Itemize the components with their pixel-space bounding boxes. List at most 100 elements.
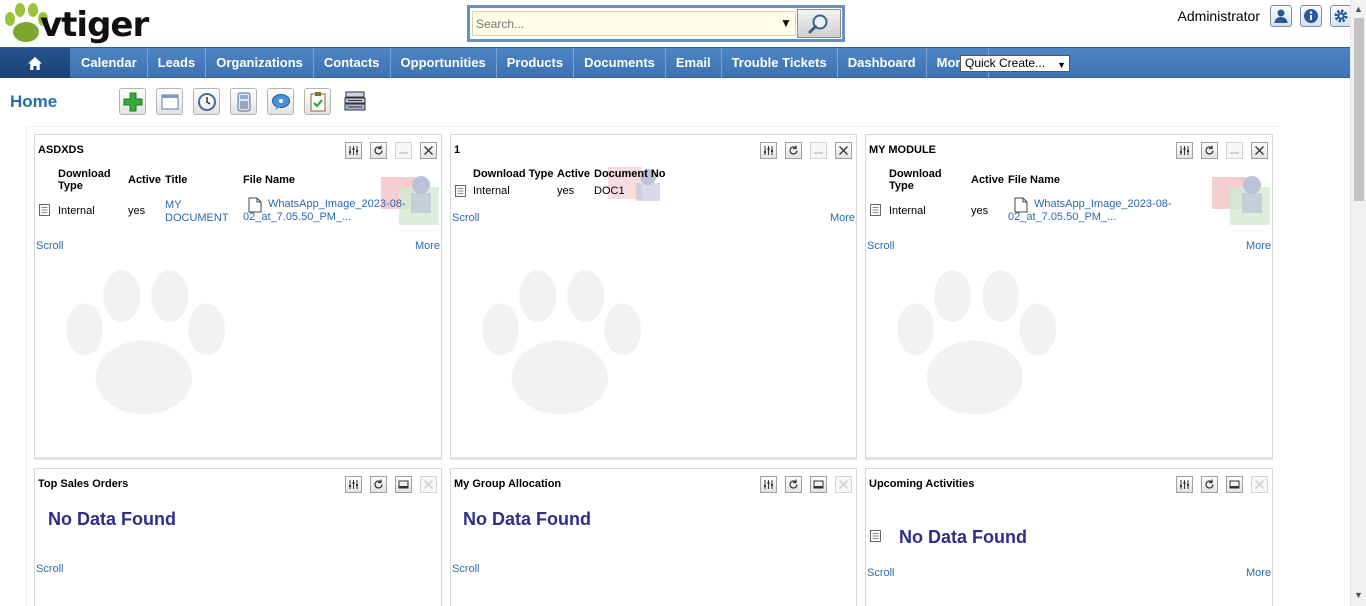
quick-create-value: Quick Create... bbox=[965, 56, 1046, 70]
widget-close-button[interactable] bbox=[1251, 142, 1268, 159]
widget-asdxds: ASDXDS Download Type Active Title File N… bbox=[34, 134, 442, 460]
close-icon bbox=[424, 146, 433, 155]
calculator-button[interactable] bbox=[230, 88, 257, 115]
clock-icon bbox=[197, 92, 216, 111]
more-link[interactable]: More bbox=[830, 212, 855, 224]
search-box: ▼ bbox=[467, 5, 845, 42]
no-data-message: No Data Found bbox=[899, 527, 1027, 547]
scroll-up-icon[interactable]: ▲ bbox=[1354, 4, 1363, 14]
column-header-active: Active bbox=[128, 174, 162, 186]
scroll-link[interactable]: Scroll bbox=[36, 563, 64, 575]
close-icon bbox=[1255, 480, 1264, 489]
widget-edit-button[interactable] bbox=[760, 476, 777, 493]
scroll-down-icon[interactable]: ▼ bbox=[1354, 590, 1363, 600]
widget-close-button[interactable] bbox=[835, 142, 852, 159]
widget-edit-button[interactable] bbox=[345, 142, 362, 159]
close-icon bbox=[839, 146, 848, 155]
widget-refresh-button[interactable] bbox=[1201, 142, 1218, 159]
widget-edit-button[interactable] bbox=[760, 142, 777, 159]
no-data-message: No Data Found bbox=[48, 509, 176, 529]
notes-button[interactable] bbox=[304, 88, 331, 115]
clipboard-icon bbox=[310, 91, 325, 111]
widget-refresh-button[interactable] bbox=[785, 476, 802, 493]
download-type-cell: Internal bbox=[889, 205, 926, 217]
paw-watermark-icon bbox=[897, 270, 1057, 415]
more-link[interactable]: More bbox=[1246, 567, 1271, 579]
close-icon bbox=[1255, 146, 1264, 155]
widget-refresh-button[interactable] bbox=[370, 142, 387, 159]
scroll-link[interactable]: Scroll bbox=[452, 563, 480, 575]
nav-trouble-tickets[interactable]: Trouble Tickets bbox=[722, 48, 838, 78]
search-button[interactable] bbox=[797, 9, 841, 38]
clock-button[interactable] bbox=[193, 88, 220, 115]
add-widget-button[interactable] bbox=[119, 88, 146, 115]
vtiger-logo[interactable]: vtiger bbox=[2, 2, 172, 46]
widget-refresh-button[interactable] bbox=[785, 142, 802, 159]
widget-minimize-button[interactable] bbox=[395, 476, 412, 493]
documents-module-icon bbox=[1212, 176, 1270, 225]
nav-products[interactable]: Products bbox=[497, 48, 575, 78]
column-header-active: Active bbox=[971, 174, 1005, 186]
nav-documents[interactable]: Documents bbox=[574, 48, 666, 78]
minimize-icon bbox=[1229, 480, 1240, 489]
file-name-link[interactable]: WhatsApp_Image_2023-08-02_at_7.05.50_PM_… bbox=[1008, 198, 1183, 224]
document-icon bbox=[455, 185, 466, 197]
quick-create-select[interactable]: Quick Create... ▼ bbox=[960, 55, 1070, 72]
nav-contacts[interactable]: Contacts bbox=[314, 48, 391, 78]
chat-bubble-icon bbox=[271, 93, 290, 110]
nav-organizations[interactable]: Organizations bbox=[206, 48, 314, 78]
nav-email[interactable]: Email bbox=[666, 48, 722, 78]
minimize-icon bbox=[813, 480, 824, 489]
search-dropdown-icon[interactable]: ▼ bbox=[780, 16, 792, 30]
widget-title: ASDXDS bbox=[38, 144, 84, 156]
widget-refresh-button[interactable] bbox=[1201, 476, 1218, 493]
scroll-link[interactable]: Scroll bbox=[36, 240, 64, 252]
widget-edit-button[interactable] bbox=[1176, 142, 1193, 159]
more-link[interactable]: More bbox=[415, 240, 440, 252]
home-nav-button[interactable] bbox=[0, 48, 70, 78]
user-name[interactable]: Administrator bbox=[1178, 8, 1260, 24]
widget-close-button[interactable] bbox=[420, 142, 437, 159]
page-scrollbar[interactable]: ▲ ▼ bbox=[1350, 0, 1366, 606]
scroll-link[interactable]: Scroll bbox=[867, 240, 895, 252]
widget-minimize-button[interactable] bbox=[810, 476, 827, 493]
nav-opportunities[interactable]: Opportunities bbox=[391, 48, 497, 78]
widget-minimize-button[interactable] bbox=[1226, 476, 1243, 493]
nav-leads[interactable]: Leads bbox=[148, 48, 207, 78]
close-icon bbox=[839, 480, 848, 489]
list-stack-icon bbox=[344, 91, 365, 110]
home-toolbar bbox=[119, 88, 368, 115]
widget-edit-button[interactable] bbox=[345, 476, 362, 493]
nav-calendar[interactable]: Calendar bbox=[71, 48, 148, 78]
scroll-link[interactable]: Scroll bbox=[867, 567, 895, 579]
file-name-link[interactable]: WhatsApp_Image_2023-08-02_at_7.05.50_PM_… bbox=[243, 198, 418, 224]
active-cell: yes bbox=[128, 205, 146, 217]
column-header-file-name: File Name bbox=[243, 174, 295, 186]
widget-refresh-button[interactable] bbox=[370, 476, 387, 493]
widget-top-sales-orders: Top Sales Orders No Data Found Scroll bbox=[34, 468, 442, 606]
sliders-icon bbox=[764, 480, 773, 489]
scroll-link[interactable]: Scroll bbox=[452, 212, 480, 224]
layout-button[interactable] bbox=[156, 88, 183, 115]
document-title-link[interactable]: MY DOCUMENT bbox=[165, 199, 235, 225]
list-button[interactable] bbox=[341, 88, 368, 115]
user-preferences-icon[interactable] bbox=[1270, 5, 1292, 27]
widget-edit-button[interactable] bbox=[1176, 476, 1193, 493]
refresh-icon bbox=[374, 479, 383, 489]
nav-dashboard[interactable]: Dashboard bbox=[838, 48, 927, 78]
scrollbar-thumb[interactable] bbox=[1354, 18, 1364, 201]
paw-watermark-icon bbox=[66, 270, 226, 415]
info-icon[interactable] bbox=[1300, 5, 1322, 27]
chat-button[interactable] bbox=[267, 88, 294, 115]
widget-close-button bbox=[420, 476, 437, 493]
search-input[interactable] bbox=[472, 11, 796, 36]
active-cell: yes bbox=[971, 205, 989, 217]
minimize-icon bbox=[1230, 152, 1239, 154]
settings-gear-icon[interactable] bbox=[1330, 5, 1352, 27]
sliders-icon bbox=[764, 146, 773, 155]
page-title: Home bbox=[10, 92, 58, 111]
document-icon bbox=[870, 204, 881, 216]
sliders-icon bbox=[1180, 146, 1189, 155]
widget-minimize-button bbox=[1226, 142, 1243, 159]
more-link[interactable]: More bbox=[1246, 240, 1271, 252]
